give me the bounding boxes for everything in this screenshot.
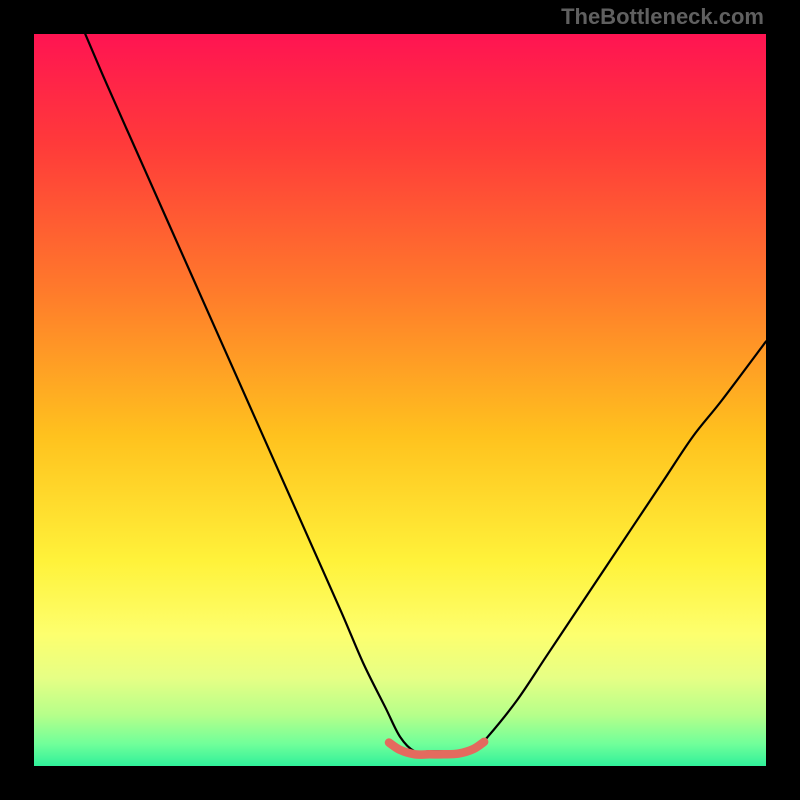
chart-plot-area [34,34,766,766]
heat-background [34,34,766,766]
chart-svg [34,34,766,766]
watermark-text: TheBottleneck.com [561,4,764,30]
